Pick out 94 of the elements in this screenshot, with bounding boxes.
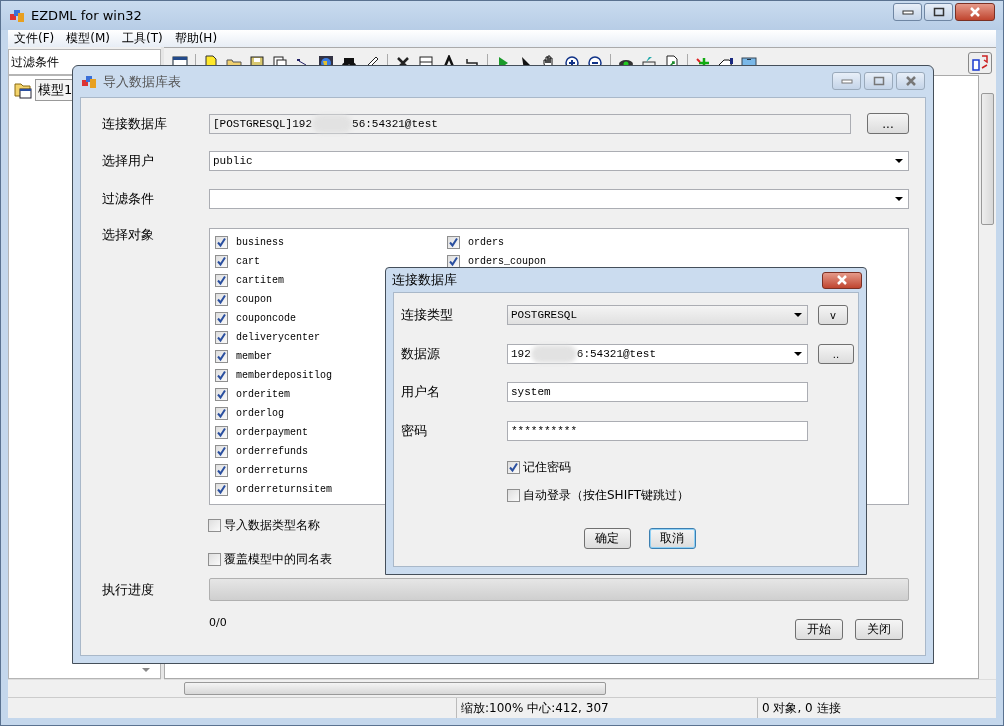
dialog-button[interactable]: 取消 xyxy=(648,528,696,549)
checkbox[interactable] xyxy=(215,350,228,363)
field-label: 选择对象 xyxy=(102,226,155,244)
checkbox[interactable] xyxy=(215,407,228,420)
checkbox[interactable] xyxy=(215,464,228,477)
dropdown-arrow-icon[interactable] xyxy=(895,197,903,201)
close-button[interactable] xyxy=(822,271,862,289)
checkbox[interactable] xyxy=(215,255,228,268)
checkbox[interactable] xyxy=(208,553,221,566)
close-icon xyxy=(904,76,917,86)
checkbox[interactable] xyxy=(215,331,228,344)
password-field[interactable]: ********** xyxy=(507,421,808,441)
checkbox[interactable] xyxy=(507,461,520,474)
maximize-button[interactable] xyxy=(924,3,953,21)
field-label: 连接数据库 xyxy=(102,114,168,133)
table-name: memberdepositlog xyxy=(236,370,332,381)
status-text: 0 对象, 0 连接 xyxy=(761,699,842,717)
connection-field[interactable]: [POSTGRESQL]192 56:54321@test xyxy=(209,113,851,134)
horizontal-scrollbar[interactable] xyxy=(164,679,996,697)
dialog-title: 导入数据库表 xyxy=(103,72,181,91)
table-name: orderrefunds xyxy=(236,446,308,457)
checkbox[interactable] xyxy=(215,312,228,325)
table-name: orderitem xyxy=(236,389,290,400)
table-name: orders xyxy=(468,237,504,248)
checkbox[interactable] xyxy=(215,274,228,287)
minimize-icon xyxy=(901,9,914,15)
window-title: EZDML for win32 xyxy=(31,8,142,23)
checkbox-label: 自动登录（按住SHIFT键跳过） xyxy=(523,487,690,504)
field-label: 密码 xyxy=(401,422,428,440)
checkbox[interactable] xyxy=(215,236,228,249)
dropdown-arrow-icon[interactable] xyxy=(895,159,903,163)
table-name: orders_coupon xyxy=(468,256,546,267)
close-icon xyxy=(969,7,981,17)
close-icon xyxy=(836,275,848,285)
checkbox[interactable] xyxy=(208,519,221,532)
checkbox-label: 导入数据类型名称 xyxy=(224,517,320,534)
table-name: orderpayment xyxy=(236,427,308,438)
checkbox-label: 记住密码 xyxy=(523,459,571,476)
field-label: 用户名 xyxy=(401,383,441,401)
checkbox-label: 覆盖模型中的同名表 xyxy=(224,551,332,568)
dialog-title: 连接数据库 xyxy=(392,271,457,289)
blurred-text xyxy=(312,114,353,133)
dropdown-button[interactable]: v xyxy=(818,305,848,325)
table-name: deliverycenter xyxy=(236,332,320,343)
dialog-button[interactable]: 关闭 xyxy=(855,619,903,640)
status-text: 缩放:100% 中心:412, 307 xyxy=(457,698,758,718)
close-button[interactable] xyxy=(955,3,995,21)
dialog-button[interactable]: 确定 xyxy=(583,528,631,549)
close-button[interactable] xyxy=(896,72,925,90)
connection-type-dropdown[interactable]: POSTGRESQL xyxy=(507,305,808,325)
user-dropdown[interactable]: public xyxy=(209,151,909,171)
checkbox[interactable] xyxy=(215,483,228,496)
dialog-button[interactable]: 开始 xyxy=(795,619,843,640)
browse-button[interactable]: .. xyxy=(818,344,854,364)
table-name: coupon xyxy=(236,294,272,305)
checkbox[interactable] xyxy=(215,388,228,401)
menu-item[interactable]: 文件(F) xyxy=(8,30,61,47)
minimize-icon xyxy=(840,78,853,84)
table-name: orderreturnsitem xyxy=(236,484,332,495)
field-label: 选择用户 xyxy=(102,152,155,170)
browse-button[interactable]: ... xyxy=(867,113,909,134)
maximize-icon xyxy=(872,76,885,86)
field-label: 过滤条件 xyxy=(102,190,155,208)
menu-item[interactable]: 帮助(H) xyxy=(168,30,224,47)
swap-icon-button[interactable] xyxy=(968,51,992,74)
scroll-down-arrow-icon[interactable] xyxy=(142,668,150,672)
table-name: orderlog xyxy=(236,408,284,419)
progress-count: 0/0 xyxy=(209,616,227,629)
model-folder-icon xyxy=(14,81,32,99)
checkbox[interactable] xyxy=(215,426,228,439)
checkbox[interactable] xyxy=(507,489,520,502)
field-label: 数据源 xyxy=(401,345,441,363)
data-source-dropdown[interactable]: 192 6:54321@test xyxy=(507,344,808,364)
username-field[interactable]: system xyxy=(507,382,808,402)
table-name: cart xyxy=(236,256,260,267)
dropdown-arrow-icon[interactable] xyxy=(794,313,802,317)
table-name: couponcode xyxy=(236,313,296,324)
table-name: cartitem xyxy=(236,275,284,286)
checkbox[interactable] xyxy=(215,369,228,382)
menu-item[interactable]: 工具(T) xyxy=(116,30,169,47)
table-name: orderreturns xyxy=(236,465,308,476)
checkbox[interactable] xyxy=(215,293,228,306)
app-icon xyxy=(81,73,97,90)
maximize-icon xyxy=(932,7,945,17)
field-label: 连接类型 xyxy=(401,306,454,324)
field-label: 执行进度 xyxy=(102,580,155,599)
blurred-text xyxy=(530,345,577,363)
menu-item[interactable]: 模型(M) xyxy=(60,30,116,47)
table-name: member xyxy=(236,351,272,362)
checkbox[interactable] xyxy=(447,236,460,249)
table-name: business xyxy=(236,237,284,248)
app-icon xyxy=(9,7,25,24)
dropdown-arrow-icon[interactable] xyxy=(794,352,802,356)
checkbox[interactable] xyxy=(215,445,228,458)
